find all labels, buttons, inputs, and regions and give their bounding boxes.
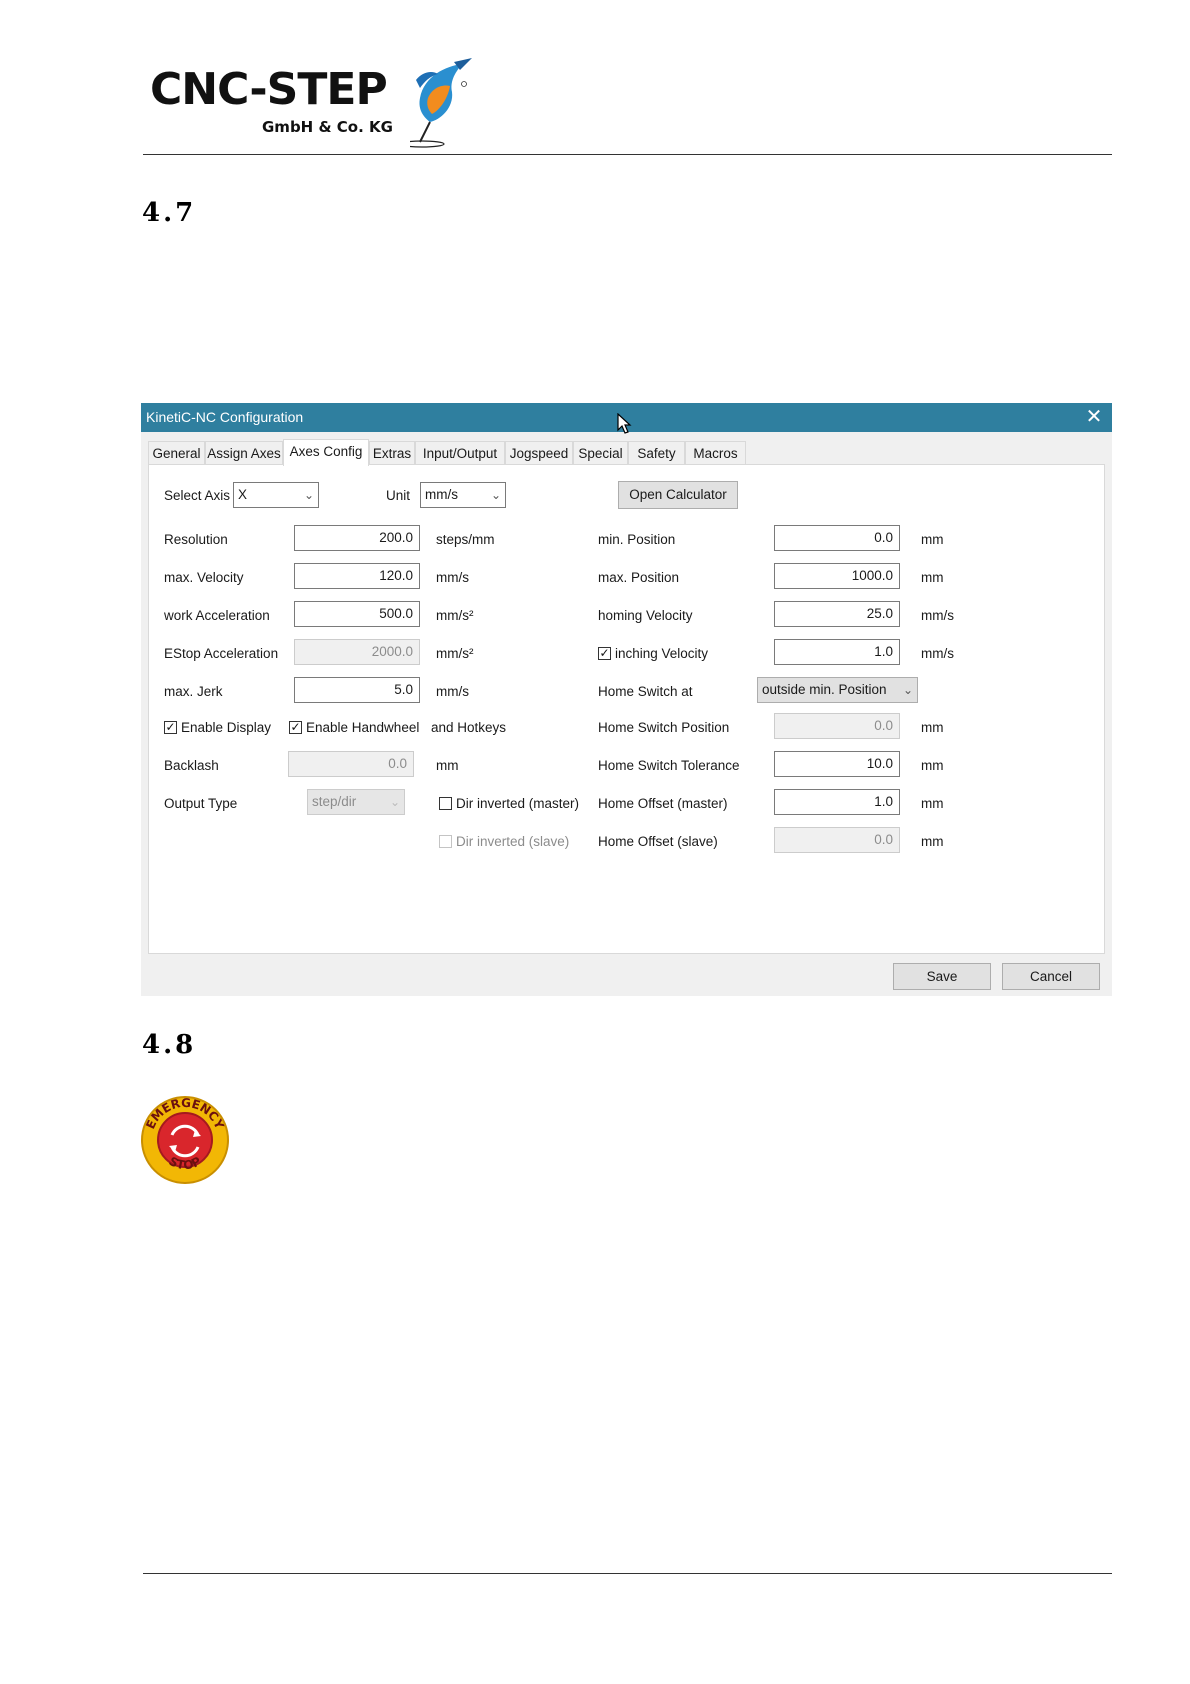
footer-rule [143, 1573, 1112, 1574]
work-acceleration-input[interactable]: 500.0 [294, 601, 420, 627]
logo-subtext: GmbH & Co. KG [262, 118, 393, 136]
resolution-unit: steps/mm [436, 532, 495, 547]
select-axis-dropdown[interactable]: X ⌄ [233, 482, 319, 508]
inching-velocity-checkbox[interactable]: ✓ [598, 647, 611, 660]
header-rule [143, 154, 1112, 155]
tab-special[interactable]: Special [573, 441, 628, 464]
home-offset-master-input[interactable]: 1.0 [774, 789, 900, 815]
tab-jogspeed[interactable]: Jogspeed [505, 441, 573, 464]
home-offset-master-label: Home Offset (master) [598, 796, 728, 811]
dialog-titlebar[interactable]: KinetiC-NC Configuration ✕ [141, 403, 1112, 434]
section-number: 4.7 [142, 198, 197, 228]
unit-value: mm/s [425, 487, 458, 502]
mouse-cursor-icon [617, 413, 632, 434]
inching-velocity-input[interactable]: 1.0 [774, 639, 900, 665]
home-offset-slave-unit: mm [921, 834, 944, 849]
kingfisher-logo-icon [410, 58, 472, 148]
home-offset-slave-input: 0.0 [774, 827, 900, 853]
home-switch-position-label: Home Switch Position [598, 720, 730, 735]
output-type-value: step/dir [312, 794, 357, 809]
inching-velocity-unit: mm/s [921, 646, 954, 661]
backlash-label: Backlash [164, 758, 219, 773]
enable-handwheel-checkbox[interactable]: ✓ [289, 721, 302, 734]
max-velocity-input[interactable]: 120.0 [294, 563, 420, 589]
max-velocity-unit: mm/s [436, 570, 469, 585]
tab-macros[interactable]: Macros [685, 441, 746, 464]
chevron-down-icon: ⌄ [902, 683, 913, 697]
chevron-down-icon: ⌄ [389, 795, 400, 809]
min-position-label: min. Position [598, 532, 676, 547]
dir-inverted-master-label: Dir inverted (master) [456, 796, 580, 811]
home-switch-position-unit: mm [921, 720, 944, 735]
max-jerk-label: max. Jerk [164, 684, 223, 699]
estop-acceleration-input: 2000.0 [294, 639, 420, 665]
work-acceleration-unit: mm/s² [436, 608, 474, 623]
max-position-input[interactable]: 1000.0 [774, 563, 900, 589]
max-position-label: max. Position [598, 570, 680, 585]
max-position-unit: mm [921, 570, 944, 585]
open-calculator-button[interactable]: Open Calculator [618, 481, 738, 509]
output-type-label: Output Type [164, 796, 238, 811]
tab-assign-axes[interactable]: Assign Axes [205, 441, 283, 464]
home-switch-position-input: 0.0 [774, 713, 900, 739]
chevron-down-icon: ⌄ [303, 488, 314, 502]
emergency-stop-icon: EMERGENCY STOP [141, 1096, 229, 1184]
home-switch-at-label: Home Switch at [598, 684, 693, 699]
and-hotkeys-label: and Hotkeys [431, 720, 507, 735]
estop-acceleration-label: EStop Acceleration [164, 646, 279, 661]
min-position-unit: mm [921, 532, 944, 547]
estop-acceleration-unit: mm/s² [436, 646, 474, 661]
dir-inverted-master-checkbox[interactable] [439, 797, 452, 810]
dir-inverted-slave-label: Dir inverted (slave) [456, 834, 570, 849]
home-offset-slave-label: Home Offset (slave) [598, 834, 718, 849]
section-number: 4.8 [142, 1030, 197, 1060]
select-axis-label: Select Axis [164, 488, 231, 503]
resolution-label: Resolution [164, 532, 228, 547]
backlash-unit: mm [436, 758, 459, 773]
tab-input-output[interactable]: Input/Output [415, 441, 505, 464]
save-button[interactable]: Save [893, 963, 991, 990]
select-axis-value: X [238, 487, 248, 502]
tab-general[interactable]: General [148, 441, 205, 464]
home-switch-tolerance-input[interactable]: 10.0 [774, 751, 900, 777]
home-offset-master-unit: mm [921, 796, 944, 811]
home-switch-at-dropdown[interactable]: outside min. Position ⌄ [757, 677, 918, 703]
backlash-input: 0.0 [288, 751, 414, 777]
cancel-button[interactable]: Cancel [1002, 963, 1100, 990]
unit-label: Unit [386, 488, 411, 503]
logo-text: CNC-STEP [150, 64, 388, 115]
max-jerk-input[interactable]: 5.0 [294, 677, 420, 703]
close-icon[interactable]: ✕ [1084, 405, 1104, 429]
homing-velocity-input[interactable]: 25.0 [774, 601, 900, 627]
configuration-dialog: KinetiC-NC Configuration ✕ General Assig… [141, 403, 1112, 996]
max-jerk-unit: mm/s [436, 684, 469, 699]
tab-safety[interactable]: Safety [628, 441, 685, 464]
home-switch-tolerance-label: Home Switch Tolerance [598, 758, 740, 773]
dialog-title: KinetiC-NC Configuration [146, 409, 304, 425]
enable-display-label: Enable Display [181, 720, 272, 735]
max-velocity-label: max. Velocity [164, 570, 244, 585]
home-switch-at-value: outside min. Position [762, 682, 887, 697]
chevron-down-icon: ⌄ [490, 488, 501, 502]
min-position-input[interactable]: 0.0 [774, 525, 900, 551]
dir-inverted-slave-checkbox [439, 835, 452, 848]
home-switch-tolerance-unit: mm [921, 758, 944, 773]
work-acceleration-label: work Acceleration [164, 608, 270, 623]
homing-velocity-unit: mm/s [921, 608, 954, 623]
enable-handwheel-label: Enable Handwheel [306, 720, 420, 735]
tab-extras[interactable]: Extras [369, 441, 415, 464]
tab-axes-config[interactable]: Axes Config [283, 439, 369, 466]
axes-config-panel: Select Axis X ⌄ Unit mm/s ⌄ Open Calcula… [148, 464, 1105, 954]
homing-velocity-label: homing Velocity [598, 608, 693, 623]
inching-velocity-label: inching Velocity [615, 646, 709, 661]
resolution-input[interactable]: 200.0 [294, 525, 420, 551]
unit-dropdown[interactable]: mm/s ⌄ [420, 482, 506, 508]
enable-display-checkbox[interactable]: ✓ [164, 721, 177, 734]
output-type-dropdown: step/dir ⌄ [307, 789, 405, 815]
